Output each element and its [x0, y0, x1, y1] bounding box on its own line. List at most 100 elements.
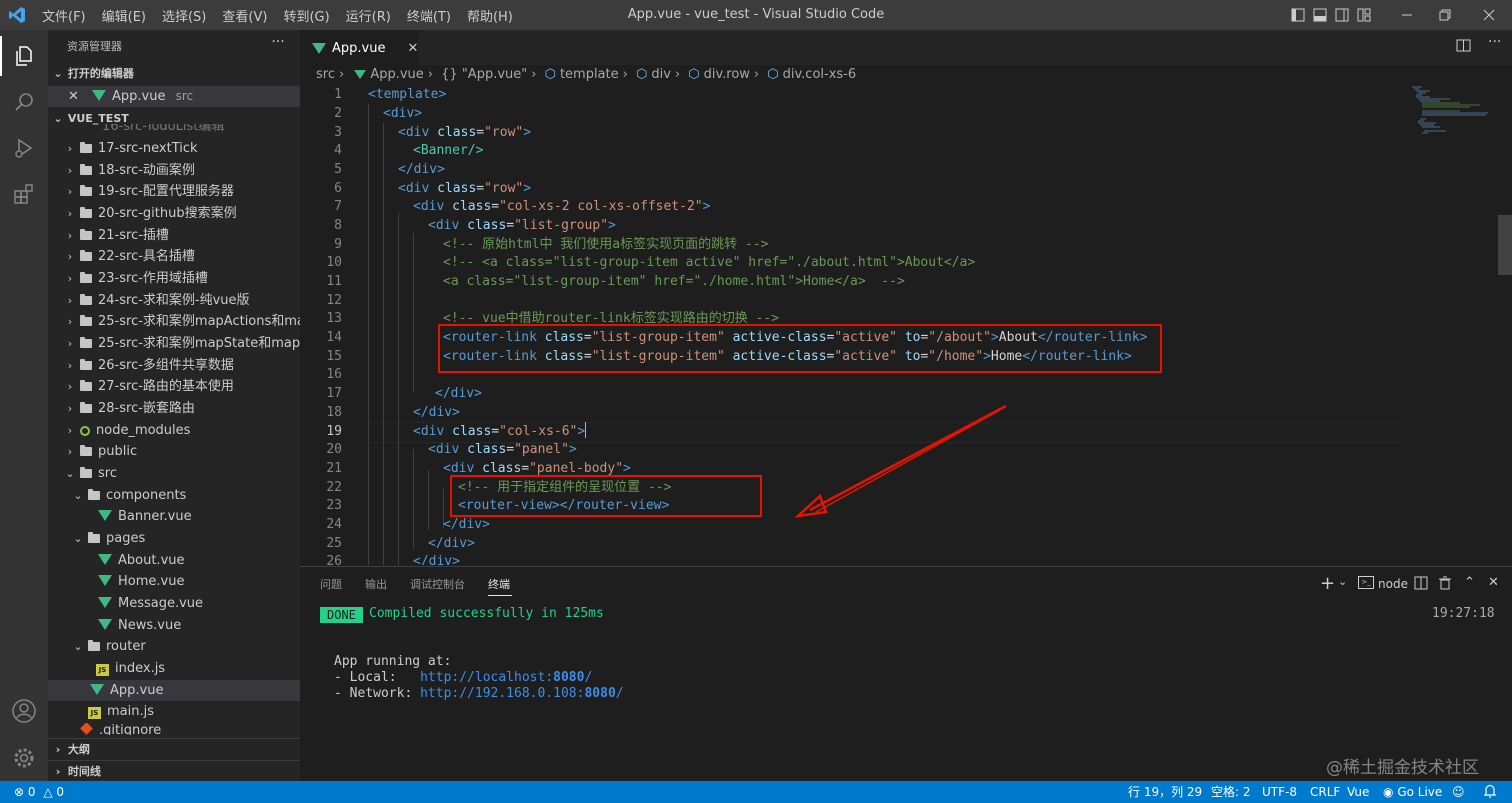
menu-edit[interactable]: 编辑(E) — [94, 6, 154, 25]
go-live[interactable]: ◉ Go Live — [1383, 781, 1442, 803]
more-actions-icon[interactable]: ··· — [1488, 34, 1506, 56]
run-debug-icon[interactable] — [0, 125, 48, 171]
tree-folder[interactable]: › 25-src-求和案例mapState和map... — [48, 333, 300, 354]
tree-folder[interactable]: › 21-src-插槽 — [48, 225, 300, 246]
tab-app-vue[interactable]: App.vue ✕ — [300, 30, 418, 66]
tree-file[interactable]: Message.vue — [48, 593, 300, 614]
extensions-icon[interactable] — [0, 171, 48, 217]
timeline-header[interactable]: › 时间线 — [48, 760, 300, 781]
breadcrumb-div-col[interactable]: div.col-xs-6 — [783, 67, 857, 82]
chevron-down-icon[interactable]: ⌄ — [1338, 575, 1347, 588]
menu-help[interactable]: 帮助(H) — [459, 6, 521, 25]
folder-icon — [80, 445, 92, 456]
toggle-sidebar-icon[interactable] — [1288, 0, 1308, 30]
tree-file[interactable]: Home.vue — [48, 571, 300, 592]
tree-folder[interactable]: › 26-src-多组件共享数据 — [48, 355, 300, 376]
tree-folder-src[interactable]: ⌄ src — [48, 463, 300, 484]
maximize-panel-icon[interactable]: ⌃ — [1464, 575, 1475, 590]
tree-folder[interactable]: › 23-src-作用域插槽 — [48, 268, 300, 289]
minimap[interactable] — [1410, 85, 1500, 145]
tree-folder[interactable]: › 24-src-求和案例-纯vue版 — [48, 290, 300, 311]
folder-icon — [80, 337, 92, 348]
explorer-icon[interactable] — [0, 33, 48, 79]
problems-status[interactable]: ⊗ 0 △ 0 — [14, 781, 64, 803]
network-url[interactable]: http://192.168.0.108:8080/ — [420, 686, 624, 701]
breadcrumb-module[interactable]: {} "App.vue" — [441, 67, 527, 82]
language-mode[interactable]: Vue — [1347, 781, 1369, 803]
tree-folder-components[interactable]: ⌄ components — [48, 485, 300, 506]
open-editors-header[interactable]: ⌄ 打开的编辑器 — [48, 63, 300, 84]
local-url[interactable]: http://localhost:8080/ — [420, 670, 592, 685]
tab-output[interactable]: 输出 — [365, 567, 387, 602]
tab-debug-console[interactable]: 调试控制台 — [410, 567, 465, 602]
tree-file[interactable]: News.vue — [48, 615, 300, 636]
menu-file[interactable]: 文件(F) — [34, 6, 94, 25]
active-tab-underline — [488, 595, 512, 596]
split-editor-icon[interactable] — [1456, 38, 1474, 56]
breadcrumb-div-row[interactable]: div.row — [704, 67, 750, 82]
trash-icon[interactable] — [1438, 576, 1452, 594]
tab-problems[interactable]: 问题 — [320, 567, 342, 602]
account-icon[interactable] — [0, 688, 48, 734]
tree-folder[interactable]: › 17-src-nextTick — [48, 138, 300, 159]
tree-file-active[interactable]: App.vue — [48, 680, 300, 701]
toggle-panel-icon[interactable] — [1310, 0, 1330, 30]
breadcrumb-div[interactable]: div — [651, 67, 671, 82]
breadcrumb-template[interactable]: template — [560, 67, 619, 82]
encoding[interactable]: UTF-8 — [1262, 781, 1297, 803]
outline-header[interactable]: › 大纲 — [48, 738, 300, 760]
notifications-bell-icon[interactable] — [1483, 781, 1497, 803]
tree-file[interactable]: JS main.js — [48, 701, 300, 722]
tree-folder[interactable]: › 18-src-动画案例 — [48, 160, 300, 181]
cursor-position[interactable]: 行 19，列 29 — [1128, 781, 1202, 803]
close-panel-icon[interactable]: ✕ — [1488, 575, 1499, 590]
menu-selection[interactable]: 选择(S) — [154, 6, 214, 25]
tree-file[interactable]: Banner.vue — [48, 506, 300, 527]
more-actions-icon[interactable]: ··· — [268, 34, 288, 50]
menu-run[interactable]: 运行(R) — [338, 6, 399, 25]
feedback-icon[interactable]: ☺ — [1452, 781, 1465, 803]
search-icon[interactable] — [0, 79, 48, 125]
tree-folder[interactable]: › 20-src-github搜索案例 — [48, 203, 300, 224]
restore-icon[interactable] — [1422, 0, 1468, 30]
code-line: </div> — [428, 536, 475, 551]
git-file-icon — [80, 723, 93, 735]
menu-go[interactable]: 转到(G) — [275, 6, 337, 25]
line-ending[interactable]: CRLF — [1310, 781, 1340, 803]
tree-file[interactable]: About.vue — [48, 550, 300, 571]
vertical-scrollbar[interactable] — [1498, 215, 1512, 275]
close-window-icon[interactable] — [1466, 0, 1512, 30]
open-editor-item[interactable]: ✕ App.vue src — [48, 86, 300, 107]
menu-view[interactable]: 查看(V) — [214, 6, 275, 25]
tree-file[interactable]: JS index.js — [48, 658, 300, 679]
tree-folder[interactable]: › 22-src-具名插槽 — [48, 246, 300, 267]
element-icon: ⬡ — [767, 67, 779, 82]
menu-terminal[interactable]: 终端(T) — [399, 6, 459, 25]
breadcrumb-file[interactable]: App.vue — [370, 67, 423, 82]
tree-item-partial[interactable]: 16-src-TodoList编辑 — [48, 124, 300, 134]
window-title: App.vue - vue_test - Visual Studio Code — [627, 7, 885, 22]
tab-terminal[interactable]: 终端 — [488, 567, 510, 602]
indentation[interactable]: 空格: 2 — [1211, 781, 1251, 803]
tree-folder[interactable]: › 27-src-路由的基本使用 — [48, 376, 300, 397]
tree-folder-pages[interactable]: ⌄ pages — [48, 528, 300, 549]
folder-icon — [80, 294, 92, 305]
manage-gear-icon[interactable] — [0, 735, 48, 781]
breadcrumb-src[interactable]: src — [316, 67, 335, 82]
toggle-secondary-sidebar-icon[interactable] — [1332, 0, 1352, 30]
customize-layout-icon[interactable] — [1354, 0, 1374, 30]
element-icon: ⬡ — [688, 67, 700, 82]
tree-file[interactable]: .gitignore — [48, 723, 300, 735]
folder-icon — [80, 380, 92, 391]
tree-folder[interactable]: › 19-src-配置代理服务器 — [48, 181, 300, 202]
split-terminal-icon[interactable] — [1414, 576, 1428, 594]
close-tab-icon[interactable]: ✕ — [407, 41, 418, 56]
tree-folder-public[interactable]: › public — [48, 441, 300, 462]
close-editor-icon[interactable]: ✕ — [68, 86, 90, 107]
tree-folder-node-modules[interactable]: › node_modules — [48, 420, 300, 441]
tree-folder[interactable]: › 28-src-嵌套路由 — [48, 398, 300, 419]
tree-folder[interactable]: › 25-src-求和案例mapActions和ma... — [48, 311, 300, 332]
terminal-name[interactable]: node — [1378, 577, 1408, 591]
new-terminal-plus-icon[interactable]: + — [1320, 575, 1335, 593]
tree-folder-router[interactable]: ⌄ router — [48, 636, 300, 657]
